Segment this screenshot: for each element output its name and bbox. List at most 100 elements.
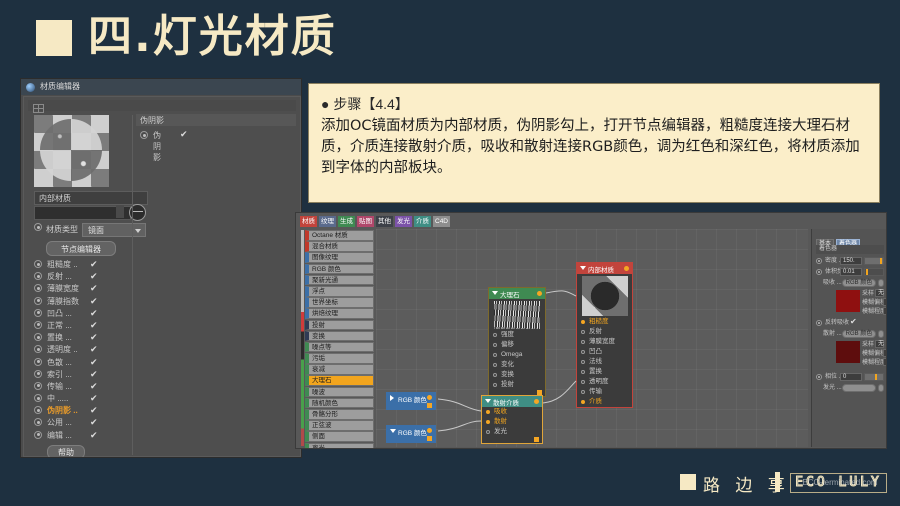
palette-item[interactable]: 骨骼分形 [305, 409, 374, 420]
channel-checkmark[interactable]: ✔ [90, 430, 98, 441]
node-port[interactable]: 偏移 [489, 340, 545, 350]
node-port[interactable]: 法线 [577, 357, 632, 367]
port-dot[interactable] [493, 373, 497, 377]
collapse-caret-icon[interactable] [580, 266, 586, 270]
node-port[interactable]: 传输 [577, 387, 632, 397]
node-port[interactable]: 透明度 [577, 377, 632, 387]
scatter-blur-offset-box[interactable]: 0 % [883, 349, 886, 357]
scatter-row[interactable]: 散射 ... RGB 颜色 [816, 330, 884, 339]
node-tab-4[interactable]: 其他 [376, 216, 393, 227]
node-output-port[interactable] [427, 428, 432, 433]
port-dot[interactable] [581, 330, 585, 334]
node-output-port[interactable] [534, 399, 539, 404]
node-canvas[interactable]: 大理石 强度 偏移 Omega 变化 变换 投射 内部材质 粗糙度 反射 薄膜宽度 凹凸 法线 置换… [376, 229, 808, 447]
palette-item[interactable]: 变换 [305, 330, 374, 342]
node-tab-6[interactable]: 介质 [414, 216, 431, 227]
phase-input[interactable]: 0 [840, 373, 862, 381]
phase-slider[interactable] [864, 373, 884, 381]
volume-step-radio[interactable] [816, 269, 822, 275]
node-tab-2[interactable]: 生成 [338, 216, 355, 227]
channel-radio[interactable] [34, 369, 42, 378]
density-radio[interactable] [816, 258, 822, 264]
absorption-blur-scale-box[interactable]: 0 % [883, 307, 886, 315]
collapse-caret-icon[interactable] [485, 399, 491, 403]
node-tab-5[interactable]: 发光 [395, 216, 412, 227]
collapse-caret-icon[interactable] [492, 291, 498, 295]
port-dot[interactable] [581, 320, 585, 324]
port-dot[interactable] [581, 400, 585, 404]
scatter-sample-value-box[interactable]: 无 [875, 340, 884, 348]
node-rgb-top-header[interactable]: RGB 颜色 [387, 393, 435, 404]
absorption-sample-value-box[interactable]: 无 [875, 289, 884, 297]
palette-item[interactable]: 噪波 [305, 386, 374, 398]
port-dot[interactable] [581, 380, 585, 384]
channel-radio[interactable] [34, 284, 42, 293]
channel-row[interactable]: 色散 ... ✔ [34, 356, 154, 368]
node-port[interactable]: 投射 [489, 380, 545, 390]
node-port[interactable]: 置换 [577, 367, 632, 377]
channel-checkmark[interactable]: ✔ [90, 417, 98, 428]
volume-step-row[interactable]: 体积步长 0.01 [816, 268, 884, 277]
node-rgb-bottom[interactable]: RGB 颜色 [386, 425, 436, 443]
collapse-caret-icon[interactable] [390, 429, 396, 433]
port-dot[interactable] [581, 340, 585, 344]
node-category-tabs[interactable]: 材质 纹理 生成 贴图 其他 发光 介质 C4D [300, 216, 452, 227]
node-port[interactable]: 介质 [577, 397, 632, 407]
node-output-port[interactable] [537, 291, 542, 296]
node-material-header[interactable]: 内部材质 [577, 263, 632, 274]
channel-radio[interactable] [34, 333, 42, 342]
channel-row[interactable]: 薄膜宽度 ✔ [34, 282, 154, 294]
node-resize-handle[interactable] [534, 437, 539, 442]
invert-absorption-checkmark[interactable]: ✔ [850, 317, 857, 326]
scatter-shader-button[interactable]: RGB 颜色 [842, 330, 876, 338]
channel-checkmark[interactable]: ✔ [90, 381, 98, 392]
node-tab-3[interactable]: 贴图 [357, 216, 374, 227]
node-output-port[interactable] [427, 395, 432, 400]
channel-checkmark[interactable]: ✔ [90, 308, 98, 319]
absorption-row[interactable]: 吸收 ... RGB 颜色 [816, 279, 884, 288]
channel-checkmark[interactable]: ✔ [90, 283, 98, 294]
material-editor-toolbar[interactable] [28, 100, 296, 113]
node-scatter-header[interactable]: 散射介质 [482, 396, 542, 407]
channel-radio[interactable] [34, 406, 42, 415]
node-resize-handle[interactable] [427, 403, 432, 408]
channel-checkmark[interactable]: ✔ [90, 369, 98, 380]
material-type-row[interactable]: 材质类型 镜面 [34, 223, 146, 237]
phase-row[interactable]: 相位 ... 0 [816, 373, 884, 382]
material-type-radio[interactable] [34, 223, 42, 231]
palette-item[interactable]: 离光 [305, 442, 374, 448]
absorption-blur-offset-box[interactable]: 0 % [883, 298, 886, 306]
channel-row[interactable]: 正常 ... ✔ [34, 319, 154, 331]
palette-item[interactable]: 噪点等 [305, 341, 374, 353]
pseudo-shadow-checkmark[interactable]: ✔ [180, 129, 188, 140]
port-dot[interactable] [581, 390, 585, 394]
port-dot[interactable] [493, 353, 497, 357]
invert-absorption-radio[interactable] [816, 320, 822, 326]
node-scatter-medium[interactable]: 散射介质 吸收 散射 发光 [481, 395, 543, 444]
channel-checkmark[interactable]: ✔ [90, 320, 98, 331]
palette-item[interactable]: 烘焙纹理 [305, 308, 374, 319]
node-port[interactable]: 散射 [482, 417, 542, 427]
volume-step-slider[interactable] [864, 268, 884, 276]
emission-shader-button[interactable] [842, 384, 876, 392]
node-port[interactable]: 强度 [489, 330, 545, 340]
volume-step-input[interactable]: 0.01 [840, 268, 862, 276]
palette-item[interactable]: 浮点 [305, 285, 374, 297]
port-dot[interactable] [493, 343, 497, 347]
channel-checkmark[interactable]: ✔ [90, 259, 98, 270]
channel-row[interactable]: 透明度 .. ✔ [34, 343, 154, 355]
node-port[interactable]: 薄膜宽度 [577, 337, 632, 347]
palette-item[interactable]: Octane 材质 [305, 230, 374, 241]
absorption-more-button[interactable] [878, 279, 884, 287]
channel-checkmark[interactable]: ✔ [90, 344, 98, 355]
channel-radio[interactable] [34, 357, 42, 366]
port-dot[interactable] [581, 350, 585, 354]
node-port[interactable]: 凹凸 [577, 347, 632, 357]
scatter-color-swatch[interactable] [836, 341, 860, 363]
channel-radio[interactable] [34, 296, 42, 305]
channel-row[interactable]: 反射 ... ✔ [34, 270, 154, 282]
channel-checkmark[interactable]: ✔ [90, 357, 98, 368]
channel-checkmark[interactable]: ✔ [90, 296, 98, 307]
channel-checkmark[interactable]: ✔ [90, 332, 98, 343]
grid-icon[interactable] [33, 104, 44, 113]
